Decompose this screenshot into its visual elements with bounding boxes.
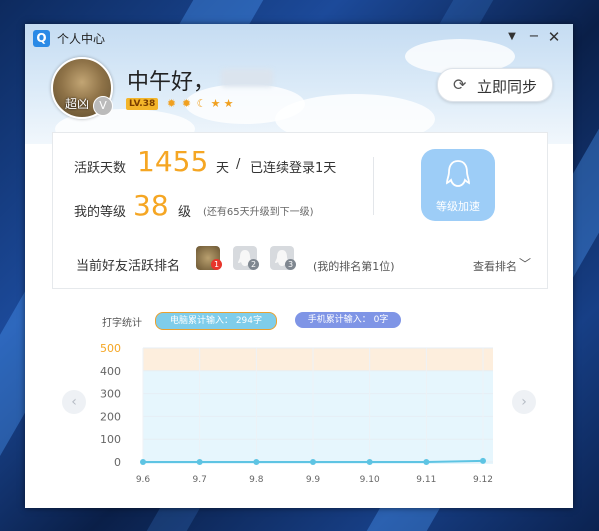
- view-ranking-link[interactable]: 查看排名: [473, 258, 517, 274]
- sun-icon: ✹: [166, 97, 177, 110]
- avatar-caption: 超凶: [65, 97, 90, 111]
- active-days-label: 活跃天数: [74, 161, 127, 176]
- data-point: [196, 459, 203, 465]
- username-obscured: [221, 69, 273, 87]
- active-days-unit: 天: [216, 161, 230, 176]
- x-tick-label: 9.12: [473, 475, 493, 485]
- penguin-icon: [446, 160, 470, 187]
- star-icon: ★: [210, 97, 221, 110]
- refresh-icon: ⟳: [453, 75, 467, 94]
- divider: [373, 157, 374, 215]
- ranking-title: 当前好友活跃排名: [76, 259, 181, 274]
- greeting-text: 中午好，: [127, 70, 216, 95]
- level-unit: 级: [178, 205, 192, 220]
- x-tick-label: 9.8: [249, 475, 264, 485]
- window-title: 个人中心: [57, 32, 106, 46]
- profile-center-window: Q 个人中心 ▼ − ✕ 超凶 V 中午好， LV.38 ✹ ✹ ☾ ★ ★ ⟳…: [25, 24, 573, 508]
- y-tick-label: 100: [100, 433, 121, 446]
- sync-now-button[interactable]: ⟳ 立即同步: [437, 68, 553, 102]
- level-accelerate-label: 等级加速: [436, 200, 480, 213]
- data-point: [253, 459, 260, 465]
- level-upgrade-note: (还有65天升级到下一级): [203, 207, 314, 218]
- friend-rank-badge: 3: [285, 259, 296, 270]
- data-point: [423, 459, 430, 465]
- chevron-down-icon[interactable]: ﹀: [519, 255, 531, 272]
- friend-ranking-card: 当前好友活跃排名 1 2 3 (我的排名第1位) 查看排名 ﹀: [52, 236, 548, 289]
- moon-icon: ☾: [196, 97, 207, 110]
- x-tick-label: 9.7: [193, 475, 207, 485]
- y-tick-label: 300: [100, 388, 121, 401]
- sync-now-label: 立即同步: [477, 78, 538, 96]
- x-tick-label: 9.6: [136, 475, 151, 485]
- x-tick-label: 9.10: [360, 475, 380, 485]
- data-point: [366, 459, 373, 465]
- consecutive-login-text: 已连续登录1天: [250, 161, 337, 176]
- close-button[interactable]: ✕: [545, 28, 563, 46]
- data-point: [310, 459, 316, 465]
- level-value: 38: [133, 189, 169, 222]
- y-tick-label: 200: [100, 410, 121, 423]
- separator: /: [236, 157, 241, 172]
- app-logo-icon: Q: [33, 30, 50, 47]
- level-label: 我的等级: [74, 205, 127, 220]
- sun-icon: ✹: [181, 97, 192, 110]
- friend-rank-badge: 2: [248, 259, 259, 270]
- y-tick-label: 400: [100, 365, 121, 378]
- title-bar[interactable]: Q 个人中心 ▼ − ✕: [25, 24, 573, 52]
- data-point: [480, 457, 486, 464]
- chart-band-main: [143, 370, 493, 464]
- stats-card: 活跃天数 1455 天 / 已连续登录1天 我的等级 38 级 (还有65天升级…: [52, 132, 548, 238]
- star-icon: ★: [223, 97, 234, 110]
- minimize-button[interactable]: −: [525, 28, 543, 46]
- data-point: [140, 459, 146, 465]
- typing-line-chart: 0 100 200 300 400 500 9.6 9.7 9.8 9.9 9.10 9.11 9.12: [100, 342, 493, 485]
- chart-band-top: [143, 348, 493, 371]
- my-rank-text: (我的排名第1位): [313, 260, 395, 273]
- y-tick-label: 500: [100, 342, 121, 355]
- y-tick-label: 0: [114, 456, 121, 469]
- level-accelerate-button[interactable]: 等级加速: [421, 149, 495, 221]
- menu-dropdown-icon[interactable]: ▼: [503, 28, 521, 46]
- friend-rank-badge: 1: [211, 259, 222, 270]
- x-tick-label: 9.11: [416, 475, 436, 485]
- level-badge[interactable]: LV.38: [126, 98, 159, 110]
- x-tick-label: 9.9: [306, 475, 321, 485]
- active-days-value: 1455: [137, 145, 209, 178]
- typing-stats-section: 打字统计 电脑累计输入： 294字 手机累计输入： 0字 ‹ › 0 100 200…: [25, 306, 573, 508]
- vip-badge-icon[interactable]: V: [93, 96, 113, 116]
